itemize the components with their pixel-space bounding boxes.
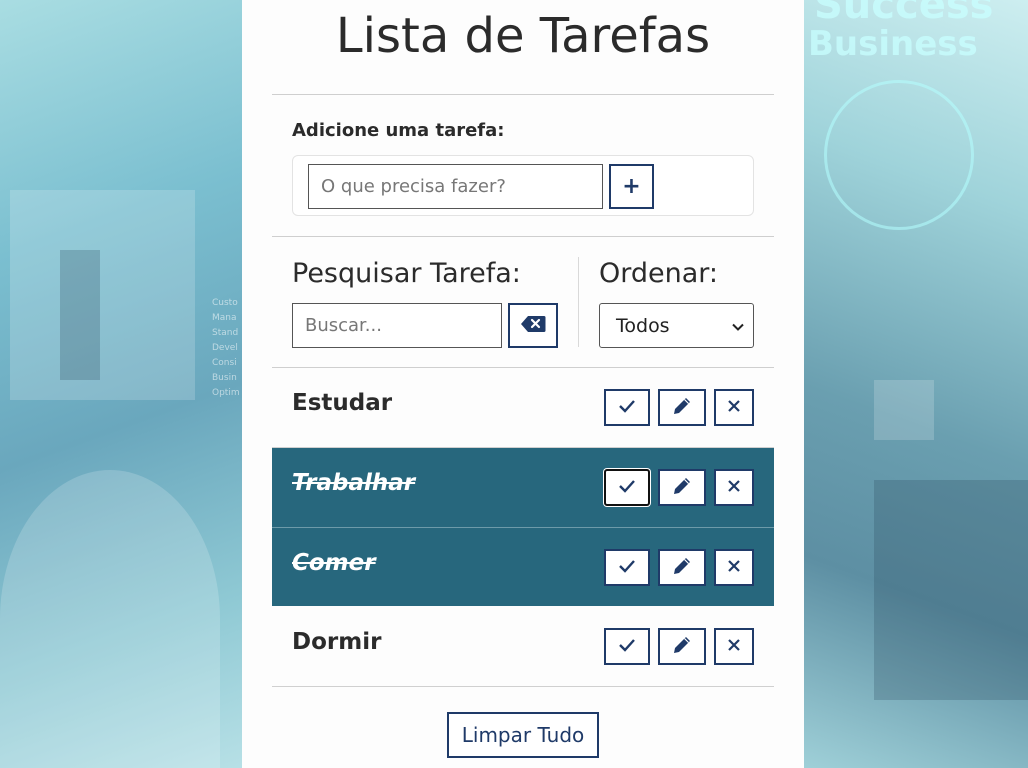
delete-task-button[interactable]	[714, 389, 754, 426]
plus-icon: +	[622, 174, 641, 199]
check-icon	[618, 478, 636, 497]
delete-task-button[interactable]	[714, 469, 754, 506]
complete-task-button[interactable]	[604, 628, 650, 665]
delete-task-button[interactable]	[714, 549, 754, 586]
pencil-icon	[671, 634, 693, 660]
edit-task-button[interactable]	[658, 628, 706, 665]
task-name: Comer	[292, 550, 376, 576]
search-input[interactable]	[292, 303, 502, 348]
edit-task-button[interactable]	[658, 549, 706, 586]
page-title: Lista de Tarefas	[335, 8, 711, 64]
task-item: Trabalhar	[272, 448, 774, 528]
clear-all-button[interactable]: Limpar Tudo	[447, 712, 599, 758]
complete-task-button[interactable]	[604, 469, 650, 506]
add-task-input[interactable]	[308, 164, 603, 209]
task-name: Dormir	[292, 629, 382, 655]
divider	[272, 94, 774, 95]
x-icon	[727, 637, 741, 656]
task-item: Estudar	[272, 368, 774, 448]
pencil-icon	[671, 395, 693, 421]
background-subheadline: Business	[808, 24, 978, 64]
order-select[interactable]: Todos	[599, 303, 754, 348]
add-task-button[interactable]: +	[609, 164, 654, 209]
x-icon	[727, 558, 741, 577]
pencil-icon	[671, 475, 693, 501]
complete-task-button[interactable]	[604, 549, 650, 586]
background-image-left: Custo Mana Stand Devel Consi Busin Optim	[0, 0, 242, 768]
check-icon	[618, 398, 636, 417]
todo-panel: Lista de Tarefas Adicione uma tarefa: + …	[242, 0, 804, 768]
divider	[272, 686, 774, 687]
edit-task-button[interactable]	[658, 389, 706, 426]
order-label: Ordenar:	[599, 258, 719, 289]
x-icon	[727, 398, 741, 417]
search-label: Pesquisar Tarefa:	[292, 258, 521, 289]
pencil-icon	[671, 555, 693, 581]
background-image-right: Success Business	[804, 0, 1028, 768]
task-item: Comer	[272, 528, 774, 606]
backspace-icon	[520, 315, 546, 337]
check-icon	[618, 558, 636, 577]
task-item: Dormir	[272, 607, 774, 687]
add-task-form: +	[292, 155, 754, 216]
clear-search-button[interactable]	[508, 303, 558, 348]
vertical-divider	[578, 257, 579, 347]
chevron-down-icon	[731, 317, 745, 339]
order-select-value: Todos	[616, 314, 670, 337]
edit-task-button[interactable]	[658, 469, 706, 506]
divider	[272, 236, 774, 237]
delete-task-button[interactable]	[714, 628, 754, 665]
task-name: Estudar	[292, 390, 393, 416]
complete-task-button[interactable]	[604, 389, 650, 426]
add-task-label: Adicione uma tarefa:	[292, 120, 505, 141]
task-name: Trabalhar	[292, 470, 416, 496]
check-icon	[618, 637, 636, 656]
x-icon	[727, 478, 741, 497]
